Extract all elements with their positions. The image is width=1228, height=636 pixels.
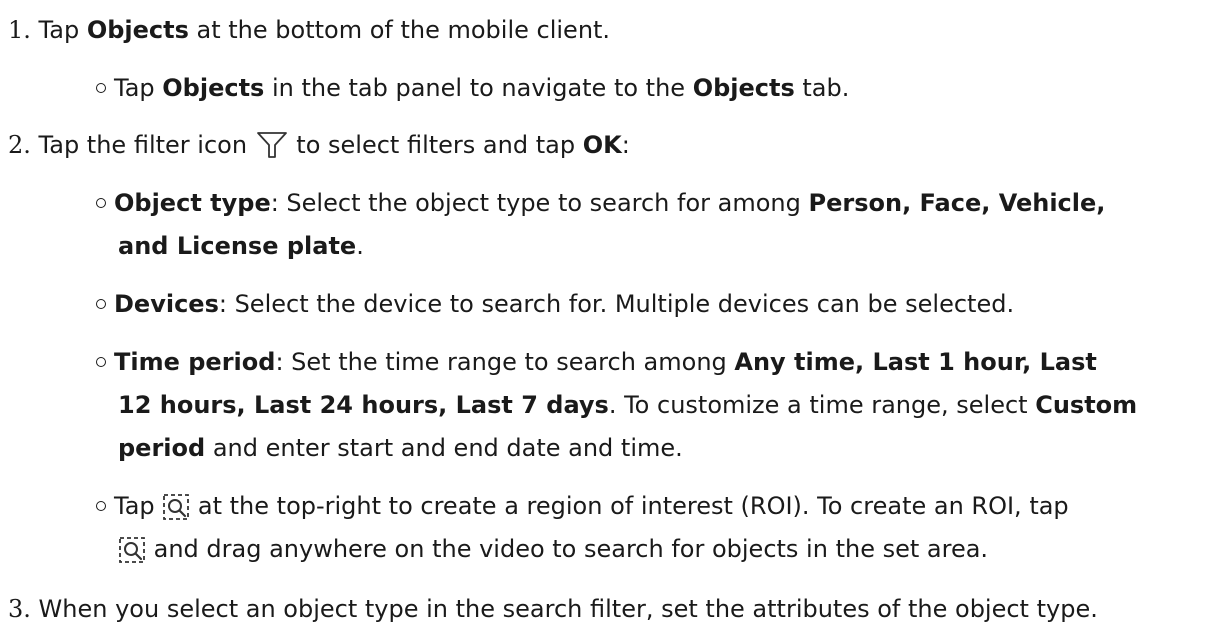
roi-search-icon bbox=[118, 536, 146, 571]
bullet bbox=[96, 357, 106, 367]
step-3: 3. When you select an object type in the… bbox=[8, 594, 1098, 624]
object-type-text-a: : Select the object type to search for a… bbox=[270, 189, 809, 217]
sub-step-time-period-cont-2: period and enter start and end date and … bbox=[118, 433, 683, 463]
sub-step-objects-tab: Tap Objects in the tab panel to navigate… bbox=[96, 73, 849, 103]
bullet bbox=[96, 198, 106, 208]
step-2-text-c: : bbox=[621, 131, 630, 159]
sub-step-time-period: Time period: Set the time range to searc… bbox=[96, 347, 1097, 377]
roi-text-c: and drag anywhere on the video to search… bbox=[146, 535, 989, 563]
sub-step-devices: Devices: Select the device to search for… bbox=[96, 289, 1014, 319]
step-3-number: 3. bbox=[8, 595, 31, 623]
step-1-number: 1. bbox=[8, 16, 31, 44]
roi-search-icon bbox=[162, 493, 190, 528]
time-period-label: Time period bbox=[114, 348, 276, 376]
instruction-document: 1. Tap Objects at the bottom of the mobi… bbox=[0, 0, 1228, 636]
filter-icon bbox=[255, 130, 289, 167]
object-type-options-a: Person, Face, Vehicle, bbox=[808, 189, 1106, 217]
object-type-label: Object type bbox=[114, 189, 271, 217]
sub1-text-c: tab. bbox=[794, 74, 850, 102]
step-2-text-b: to select filters and tap bbox=[288, 131, 583, 159]
step-2-ok: OK bbox=[582, 131, 622, 159]
sub1-text-b: in the tab panel to navigate to the bbox=[264, 74, 693, 102]
sub-step-object-type-cont: and License plate. bbox=[118, 231, 364, 261]
object-type-options-b: and License plate bbox=[118, 232, 357, 260]
sub-step-roi: Tap at the top-right to create a region … bbox=[96, 491, 1069, 528]
bullet bbox=[96, 83, 106, 93]
roi-text-b: at the top-right to create a region of i… bbox=[190, 492, 1069, 520]
sub1-objects-a: Objects bbox=[162, 74, 265, 102]
time-period-custom: Custom bbox=[1035, 391, 1138, 419]
bullet bbox=[96, 299, 106, 309]
step-2-text-a: Tap the filter icon bbox=[38, 131, 255, 159]
time-period-options-a: Any time, Last 1 hour, Last bbox=[734, 348, 1097, 376]
sub1-objects-b: Objects bbox=[692, 74, 795, 102]
time-period-options-b: 12 hours, Last 24 hours, Last 7 days bbox=[118, 391, 609, 419]
sub-step-object-type: Object type: Select the object type to s… bbox=[96, 188, 1105, 218]
step-2: 2. Tap the filter icon to select filters… bbox=[8, 130, 630, 167]
time-period-text-b: . To customize a time range, select bbox=[608, 391, 1036, 419]
devices-label: Devices bbox=[114, 290, 219, 318]
step-3-text: When you select an object type in the se… bbox=[38, 595, 1098, 623]
devices-text: : Select the device to search for. Multi… bbox=[218, 290, 1015, 318]
sub1-text-a: Tap bbox=[114, 74, 163, 102]
sub-step-roi-cont: and drag anywhere on the video to search… bbox=[118, 534, 988, 571]
roi-text-a: Tap bbox=[114, 492, 163, 520]
step-1-text-a: Tap bbox=[38, 16, 87, 44]
bullet bbox=[96, 501, 106, 511]
step-1-objects: Objects bbox=[86, 16, 189, 44]
time-period-text-c: and enter start and end date and time. bbox=[205, 434, 683, 462]
sub-step-time-period-cont-1: 12 hours, Last 24 hours, Last 7 days. To… bbox=[118, 390, 1137, 420]
step-1: 1. Tap Objects at the bottom of the mobi… bbox=[8, 15, 610, 45]
time-period-text-a: : Set the time range to search among bbox=[275, 348, 735, 376]
step-1-text-b: at the bottom of the mobile client. bbox=[188, 16, 611, 44]
object-type-text-b: . bbox=[356, 232, 364, 260]
step-2-number: 2. bbox=[8, 131, 31, 159]
time-period-period: period bbox=[118, 434, 206, 462]
